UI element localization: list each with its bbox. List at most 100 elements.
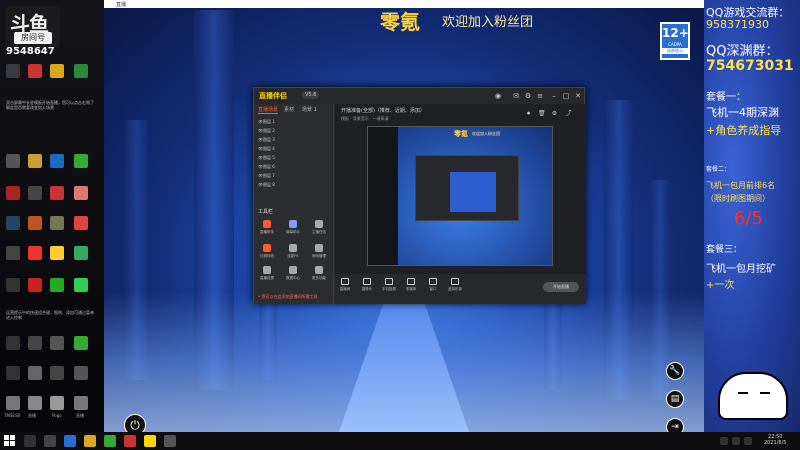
desktop-app-icon[interactable]	[74, 216, 88, 230]
tool-tasks[interactable]: 主播任务	[308, 220, 330, 238]
desktop-app-icon[interactable]	[50, 336, 64, 350]
qq-group-number: 958371930	[706, 18, 769, 31]
layer-row[interactable]: 👁图层 7	[258, 172, 332, 179]
tool-label: 更多功能	[312, 276, 326, 280]
tool-pk[interactable]: 连麦PK	[282, 244, 304, 262]
desktop-app-icon[interactable]	[74, 278, 88, 292]
desktop-app-icon[interactable]	[50, 64, 64, 78]
desktop-app-icon[interactable]	[6, 186, 20, 200]
tab-material[interactable]: 素材	[284, 106, 294, 113]
desktop-app-icon[interactable]	[6, 366, 20, 380]
desktop-app-icon[interactable]	[28, 186, 42, 200]
btn-avatar[interactable]: 虚拟形象	[445, 278, 465, 292]
btn-media[interactable]: 多媒体	[401, 278, 421, 292]
share-icon[interactable]: ⤴	[565, 110, 572, 117]
cabinet-icon[interactable]: ▤	[666, 390, 684, 408]
record-icon[interactable]: ⏺	[525, 110, 532, 117]
layer-row[interactable]: 👁图层 6	[258, 163, 332, 170]
desktop-app-icon[interactable]	[6, 64, 20, 78]
taskbar-app-icon[interactable]	[144, 435, 156, 447]
browser-tab-title[interactable]: 直播	[116, 1, 126, 8]
layer-row[interactable]: 👁图层 1	[258, 118, 332, 125]
exit-icon[interactable]: ⇥	[666, 418, 684, 432]
btn-camera[interactable]: 摄像头	[357, 278, 377, 292]
desktop-app-icon[interactable]	[6, 216, 20, 230]
wrench-icon[interactable]: 🔧	[666, 362, 684, 380]
settings-icon[interactable]: ⚙	[524, 92, 532, 100]
desktop-app-icon[interactable]	[50, 186, 64, 200]
desktop-app-icon[interactable]	[28, 246, 42, 260]
desktop-app-icon[interactable]	[50, 154, 64, 168]
layer-row[interactable]: 👁图层 5	[258, 154, 332, 161]
desktop-app-icon[interactable]	[50, 396, 64, 410]
taskbar-search-icon[interactable]	[24, 435, 36, 447]
menu-icon[interactable]: ≡	[536, 92, 544, 100]
taskbar-app-icon[interactable]	[164, 435, 176, 447]
taskbar-tray-icon[interactable]	[744, 437, 752, 445]
taskbar-app-icon[interactable]	[124, 435, 136, 447]
desktop-app-icon[interactable]	[74, 396, 88, 410]
avatar-icon[interactable]: ◉	[494, 92, 502, 100]
desktop-app-icon[interactable]	[28, 366, 42, 380]
desktop-app-icon[interactable]	[28, 154, 42, 168]
desktop-app-icon[interactable]	[6, 278, 20, 292]
start-live-button[interactable]: 开始直播	[543, 282, 579, 292]
tool-data[interactable]: 数据中心	[282, 266, 304, 284]
desktop-app-icon[interactable]	[74, 366, 88, 380]
minimize-icon[interactable]: –	[550, 92, 558, 100]
tab-scene-1[interactable]: 场景 1	[302, 106, 317, 113]
btn-live-room[interactable]: 直播间	[335, 278, 355, 292]
tool-settings[interactable]: 直播设置	[256, 266, 278, 284]
desktop-app-icon[interactable]	[50, 366, 64, 380]
taskbar-app-icon[interactable]	[104, 435, 116, 447]
power-icon[interactable]: ⏻	[124, 414, 146, 432]
desktop-label: 直播	[28, 413, 36, 418]
stream-preview[interactable]: 零氪 欢迎加入粉丝团	[367, 126, 553, 266]
tool-room[interactable]: 房间管理	[308, 244, 330, 262]
windows-start-icon[interactable]	[4, 435, 16, 447]
taskbar-app-icon[interactable]	[64, 435, 76, 447]
desktop-app-icon[interactable]	[50, 216, 64, 230]
app-version[interactable]: V5.6	[302, 91, 320, 99]
tool-live-helper[interactable]: 直播助手	[256, 220, 278, 238]
taskbar-tray-icon[interactable]	[732, 437, 740, 445]
taskbar-app-icon[interactable]	[84, 435, 96, 447]
desktop-app-icon[interactable]	[50, 278, 64, 292]
layer-row[interactable]: 👁图层 2	[258, 127, 332, 134]
desktop-app-icon[interactable]	[74, 246, 88, 260]
layer-row[interactable]: 👁图层 8	[258, 181, 332, 188]
desktop-app-icon[interactable]	[28, 396, 42, 410]
desktop-app-icon[interactable]	[74, 186, 88, 200]
maximize-icon[interactable]: □	[562, 92, 570, 100]
tool-icon	[289, 220, 297, 228]
taskbar-clock[interactable]: 22:50 2021/6/5	[764, 434, 786, 446]
btn-window[interactable]: 窗口	[423, 278, 443, 292]
desktop-app-icon[interactable]	[6, 154, 20, 168]
desktop-app-icon[interactable]	[74, 64, 88, 78]
tab-live-scene[interactable]: 直播场景	[258, 106, 279, 114]
tool-danmaku[interactable]: 弹幕助手	[282, 220, 304, 238]
desktop-app-icon[interactable]	[28, 278, 42, 292]
tool-gift[interactable]: 礼物特效	[256, 244, 278, 262]
desktop-app-icon[interactable]	[50, 246, 64, 260]
layer-row[interactable]: 👁图层 4	[258, 145, 332, 152]
desktop-app-icon[interactable]	[74, 336, 88, 350]
desktop-app-icon[interactable]	[6, 396, 20, 410]
taskbar-tray-icon[interactable]	[720, 437, 728, 445]
mail-icon[interactable]: ✉	[512, 92, 520, 100]
close-icon[interactable]: ✕	[574, 92, 582, 100]
taskbar-app-icon[interactable]	[44, 435, 56, 447]
gear-icon[interactable]: ⚙	[551, 110, 558, 117]
desktop-app-icon[interactable]	[6, 246, 20, 260]
desktop-app-icon[interactable]	[74, 154, 88, 168]
btn-phone-cast[interactable]: 手机投屏	[379, 278, 399, 292]
layer-row[interactable]: 👁图层 3	[258, 136, 332, 143]
desktop-app-icon[interactable]	[28, 64, 42, 78]
tool-more[interactable]: 更多功能	[308, 266, 330, 284]
trash-icon[interactable]: 🗑	[538, 110, 546, 117]
desktop-app-icon[interactable]	[6, 336, 20, 350]
bottom-label: 摄像头	[361, 287, 373, 291]
tool-icon	[263, 266, 271, 274]
desktop-app-icon[interactable]	[28, 216, 42, 230]
desktop-app-icon[interactable]	[28, 336, 42, 350]
